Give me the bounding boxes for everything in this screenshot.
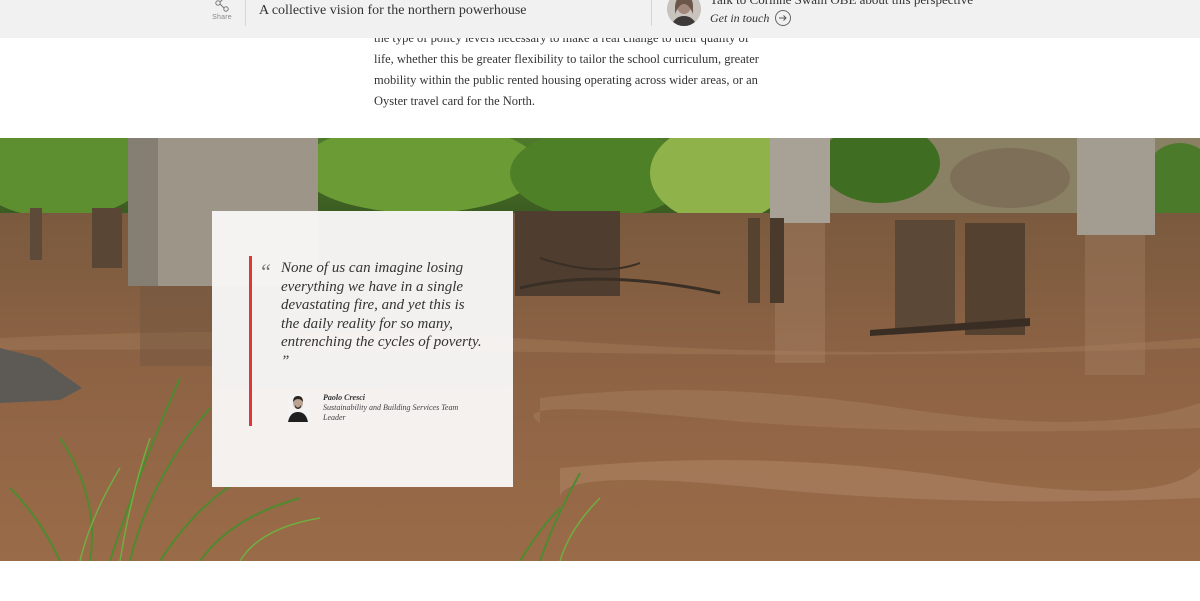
author-name: Paolo Cresci [323,393,365,402]
share-label: Share [212,14,232,21]
header-divider [651,0,652,26]
paragraph-line: mobility within the public rented housin… [374,73,758,87]
share-button[interactable]: Share [206,0,238,28]
author-avatar [287,394,309,422]
contact-prompt: Talk to Corinne Swain OBE about this per… [710,0,973,8]
river-photo [0,138,1200,561]
paragraph-line: life, whether this be greater flexibilit… [374,52,759,66]
get-in-touch-label: Get in touch [710,10,770,25]
get-in-touch-link[interactable]: Get in touch [710,10,792,26]
article-paragraph: the type of policy levers necessary to m… [374,28,794,112]
author-role: Sustainability and Building Services Tea… [323,403,459,422]
header-divider [245,0,246,26]
sticky-header: Share A collective vision for the northe… [0,0,1200,38]
paragraph-line: Oyster travel card for the North. [374,94,536,108]
quote-card: “ None of us can imagine losing everythi… [212,211,513,487]
contact-avatar [667,0,701,26]
quote-text: None of us can imagine losing everything… [281,260,482,369]
quote-open-mark: “ [259,259,272,284]
quote-accent-bar [249,256,252,426]
share-icon [215,0,229,12]
article-title: A collective vision for the northern pow… [259,3,527,18]
arrow-right-icon [775,10,792,26]
